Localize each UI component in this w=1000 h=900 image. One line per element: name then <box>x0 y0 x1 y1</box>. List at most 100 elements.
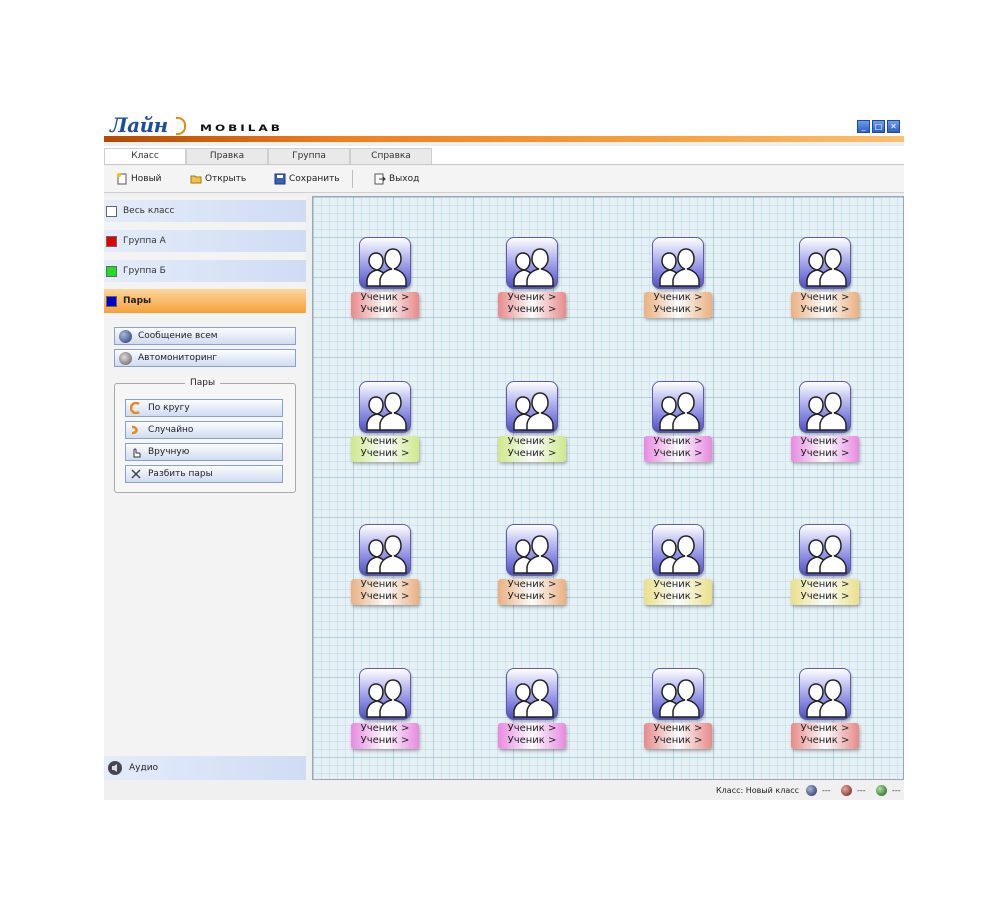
open-button[interactable]: Открыть <box>190 171 246 187</box>
group-pairs[interactable]: Пары <box>104 289 306 313</box>
student-partner-line: Ученик > <box>507 735 557 746</box>
exit-button[interactable]: Выход <box>374 171 419 187</box>
pairs-round-button[interactable]: По кругу <box>125 399 283 417</box>
student-partner-line: Ученик > <box>507 304 557 315</box>
student-label[interactable]: Ученик > Ученик > <box>791 579 859 605</box>
chat-bubble-icon <box>119 329 132 343</box>
student-partner-line: Ученик > <box>360 735 410 746</box>
student-name-line: Ученик > <box>507 292 557 303</box>
student-avatar-icon[interactable] <box>799 237 851 289</box>
maximize-icon[interactable]: □ <box>872 120 885 133</box>
student-tile[interactable]: Ученик > Ученик > <box>644 524 714 608</box>
open-label: Открыть <box>205 174 247 184</box>
student-partner-line: Ученик > <box>653 591 703 602</box>
student-tile[interactable]: Ученик > Ученик > <box>498 381 568 465</box>
student-tile[interactable]: Ученик > Ученик > <box>644 668 714 752</box>
random-arrow-icon <box>131 425 138 435</box>
status-indicator-green-icon <box>876 785 887 796</box>
student-label[interactable]: Ученик > Ученик > <box>498 579 566 605</box>
group-color-swatch <box>106 205 117 217</box>
student-tile[interactable]: Ученик > Ученик > <box>644 237 714 321</box>
new-button[interactable]: Новый <box>116 171 162 187</box>
student-avatar-icon[interactable] <box>506 237 558 289</box>
student-name-line: Ученик > <box>653 436 703 447</box>
student-tile[interactable]: Ученик > Ученик > <box>498 237 568 321</box>
student-avatar-icon[interactable] <box>652 668 704 720</box>
student-label[interactable]: Ученик > Ученик > <box>644 436 712 462</box>
student-label[interactable]: Ученик > Ученик > <box>791 292 859 318</box>
student-tile[interactable]: Ученик > Ученик > <box>351 381 421 465</box>
student-avatar-icon[interactable] <box>359 524 411 576</box>
group-color-swatch <box>106 295 117 307</box>
student-partner-line: Ученик > <box>800 735 850 746</box>
student-avatar-icon[interactable] <box>359 668 411 720</box>
student-label[interactable]: Ученик > Ученик > <box>351 292 419 318</box>
audio-panel-toggle[interactable]: Аудио <box>104 756 306 780</box>
save-button[interactable]: Сохранить <box>274 171 340 187</box>
tab-help[interactable]: Справка <box>350 148 432 164</box>
status-value: --- <box>822 786 831 795</box>
pairs-random-button[interactable]: Случайно <box>125 421 283 439</box>
student-avatar-icon[interactable] <box>652 381 704 433</box>
tab-class[interactable]: Класс <box>104 148 186 164</box>
student-label[interactable]: Ученик > Ученик > <box>498 436 566 462</box>
group-a[interactable]: Группа А <box>104 230 306 252</box>
student-avatar-icon[interactable] <box>799 381 851 433</box>
student-tile[interactable]: Ученик > Ученик > <box>351 524 421 608</box>
pairs-split-button[interactable]: Разбить пары <box>125 465 283 483</box>
student-tile[interactable]: Ученик > Ученик > <box>791 668 861 752</box>
student-label[interactable]: Ученик > Ученик > <box>351 436 419 462</box>
pairs-groupbox: Пары По кругу Случайно Вручную Разбить п… <box>114 378 296 493</box>
automonitoring-button[interactable]: Автомониторинг <box>114 349 296 367</box>
group-label: Группа Б <box>123 266 166 276</box>
group-color-swatch <box>106 235 117 247</box>
student-label[interactable]: Ученик > Ученик > <box>644 723 712 749</box>
class-layout-canvas[interactable]: Ученик > Ученик > Ученик > Ученик > Ученик >… <box>312 196 904 780</box>
student-tile[interactable]: Ученик > Ученик > <box>498 524 568 608</box>
pairs-manual-button[interactable]: Вручную <box>125 443 283 461</box>
student-label[interactable]: Ученик > Ученик > <box>498 292 566 318</box>
student-avatar-icon[interactable] <box>359 381 411 433</box>
group-b[interactable]: Группа Б <box>104 260 306 282</box>
student-avatar-icon[interactable] <box>652 524 704 576</box>
student-tile[interactable]: Ученик > Ученик > <box>791 237 861 321</box>
student-avatar-icon[interactable] <box>799 524 851 576</box>
student-tile[interactable]: Ученик > Ученик > <box>351 668 421 752</box>
student-name-line: Ученик > <box>800 579 850 590</box>
student-avatar-icon[interactable] <box>799 668 851 720</box>
student-label[interactable]: Ученик > Ученик > <box>791 723 859 749</box>
student-tile[interactable]: Ученик > Ученик > <box>498 668 568 752</box>
open-folder-icon <box>190 175 202 184</box>
app-window: Лайн MOBILAB _ □ ✕ Класс Правка Группа С… <box>104 110 904 800</box>
student-tile[interactable]: Ученик > Ученик > <box>791 524 861 608</box>
tab-group[interactable]: Группа <box>268 148 350 164</box>
student-partner-line: Ученик > <box>653 304 703 315</box>
student-label[interactable]: Ученик > Ученик > <box>644 579 712 605</box>
tab-edit[interactable]: Правка <box>186 148 268 164</box>
circular-arrow-icon <box>130 402 140 414</box>
student-label[interactable]: Ученик > Ученик > <box>498 723 566 749</box>
student-tile[interactable]: Ученик > Ученик > <box>791 381 861 465</box>
student-tile[interactable]: Ученик > Ученик > <box>351 237 421 321</box>
group-label: Весь класс <box>123 206 175 216</box>
group-whole-class[interactable]: Весь класс <box>104 200 306 222</box>
student-label[interactable]: Ученик > Ученик > <box>351 723 419 749</box>
minimize-icon[interactable]: _ <box>857 120 870 133</box>
status-indicator-red-icon <box>841 785 852 796</box>
student-avatar-icon[interactable] <box>506 524 558 576</box>
student-label[interactable]: Ученик > Ученик > <box>644 292 712 318</box>
message-all-button[interactable]: Сообщение всем <box>114 327 296 345</box>
student-tile[interactable]: Ученик > Ученик > <box>644 381 714 465</box>
student-partner-line: Ученик > <box>507 591 557 602</box>
hand-pointer-icon <box>133 448 141 458</box>
student-label[interactable]: Ученик > Ученик > <box>791 436 859 462</box>
student-avatar-icon[interactable] <box>652 237 704 289</box>
headset-icon <box>176 117 186 135</box>
student-avatar-icon[interactable] <box>506 668 558 720</box>
student-avatar-icon[interactable] <box>506 381 558 433</box>
menu-tabs: Класс Правка Группа Справка <box>104 146 904 165</box>
close-icon[interactable]: ✕ <box>887 120 900 133</box>
student-avatar-icon[interactable] <box>359 237 411 289</box>
title-bar: Лайн MOBILAB _ □ ✕ <box>104 110 904 142</box>
student-label[interactable]: Ученик > Ученик > <box>351 579 419 605</box>
